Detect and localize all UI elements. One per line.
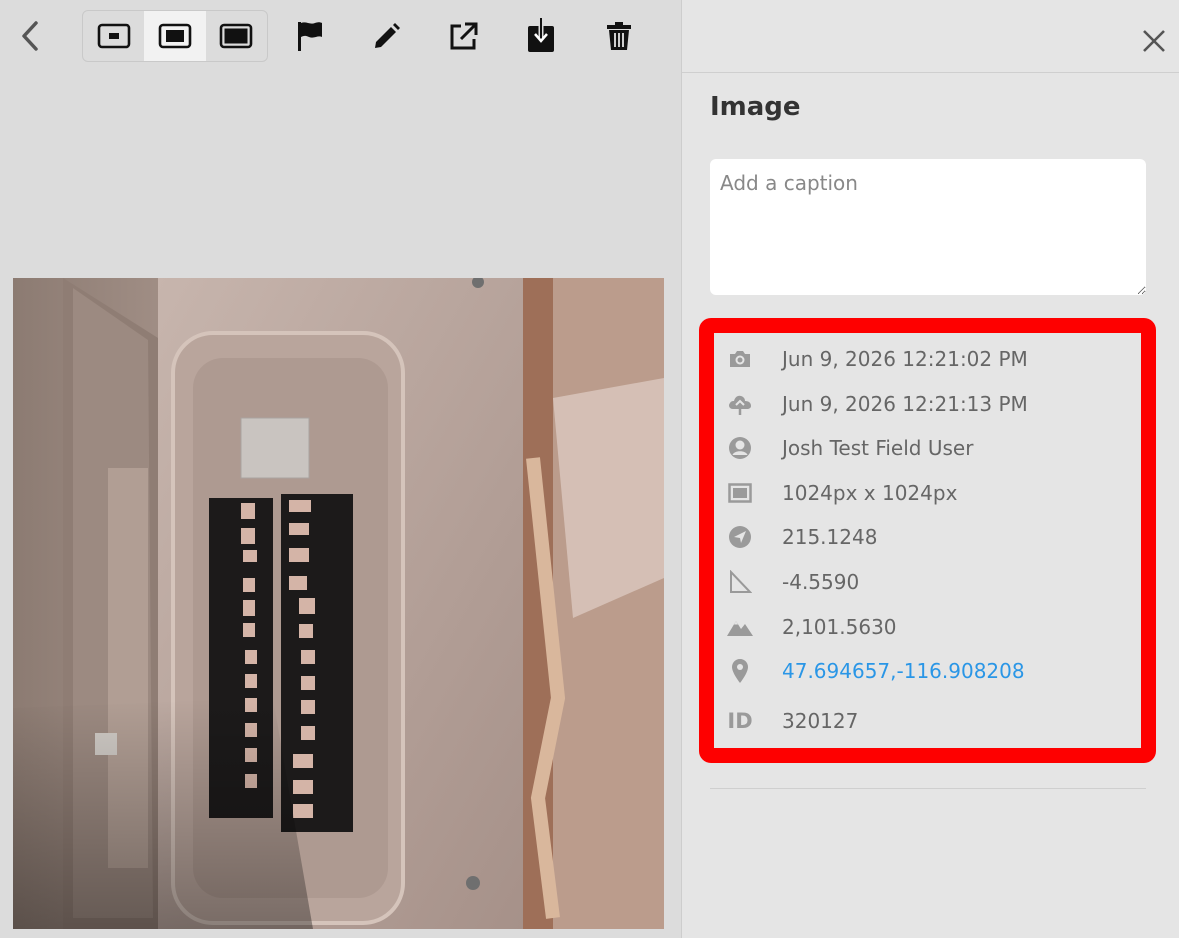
heading-value: 215.1248: [782, 525, 878, 549]
panel-header: [682, 0, 1179, 73]
dimensions-row: 1024px x 1024px: [726, 478, 957, 508]
captured-row: Jun 9, 2026 12:21:02 PM: [726, 344, 1028, 374]
user-icon: [726, 433, 754, 463]
chevron-left-icon: [22, 21, 38, 51]
details-panel: Image Jun 9, 2026 12:21:02 PM: [681, 0, 1179, 938]
flag-button[interactable]: [290, 14, 330, 58]
uploaded-row: Jun 9, 2026 12:21:13 PM: [726, 389, 1028, 419]
location-row: 47.694657,-116.908208: [726, 656, 1025, 686]
map-pin-icon: [726, 656, 754, 686]
camera-icon: [726, 344, 754, 374]
compass-heading-icon: [726, 522, 754, 552]
flag-icon: [298, 22, 322, 51]
trash-icon: [607, 22, 631, 50]
altitude-row: 2,101.5630: [726, 612, 897, 642]
coordinates-link[interactable]: 47.694657,-116.908208: [782, 659, 1025, 683]
id-icon: ID: [727, 709, 753, 733]
image-viewer: [0, 0, 681, 938]
close-button[interactable]: [1139, 26, 1169, 56]
id-value: 320127: [782, 709, 859, 733]
size-medium-button[interactable]: [144, 11, 206, 61]
size-large-button[interactable]: [206, 11, 267, 61]
user-name: Josh Test Field User: [782, 436, 974, 460]
download-icon: [528, 18, 554, 52]
metadata-highlight-box: Jun 9, 2026 12:21:02 PM Jun 9, 2026 12:2…: [699, 318, 1156, 763]
uploaded-time: Jun 9, 2026 12:21:13 PM: [782, 392, 1028, 416]
edit-button[interactable]: [367, 14, 407, 58]
id-row: ID 320127: [726, 706, 858, 736]
back-button[interactable]: [12, 14, 48, 58]
share-button[interactable]: [444, 14, 484, 58]
image-dimensions: 1024px x 1024px: [782, 481, 958, 505]
tilt-value: -4.5590: [782, 570, 860, 594]
medium-size-icon: [158, 23, 192, 49]
close-icon: [1143, 30, 1165, 52]
download-button[interactable]: [521, 14, 561, 58]
mountain-icon: [726, 612, 754, 642]
panel-title: Image: [710, 92, 801, 122]
altitude-value: 2,101.5630: [782, 615, 897, 639]
heading-row: 215.1248: [726, 522, 877, 552]
pencil-icon: [375, 23, 400, 48]
tilt-row: -4.5590: [726, 567, 859, 597]
small-size-icon: [97, 23, 130, 49]
electrical-panel-photo: [13, 278, 664, 929]
main-photo: [13, 278, 664, 929]
caption-input[interactable]: [710, 159, 1146, 295]
size-small-button[interactable]: [83, 11, 144, 61]
angle-icon: [726, 567, 754, 597]
image-size-icon: [726, 478, 754, 508]
share-icon: [450, 22, 478, 50]
size-toggle-group: [82, 10, 268, 62]
user-row: Josh Test Field User: [726, 433, 973, 463]
cloud-upload-icon: [726, 389, 754, 419]
delete-button[interactable]: [599, 14, 639, 58]
large-size-icon: [220, 23, 253, 49]
captured-time: Jun 9, 2026 12:21:02 PM: [782, 347, 1028, 371]
divider: [710, 788, 1146, 789]
